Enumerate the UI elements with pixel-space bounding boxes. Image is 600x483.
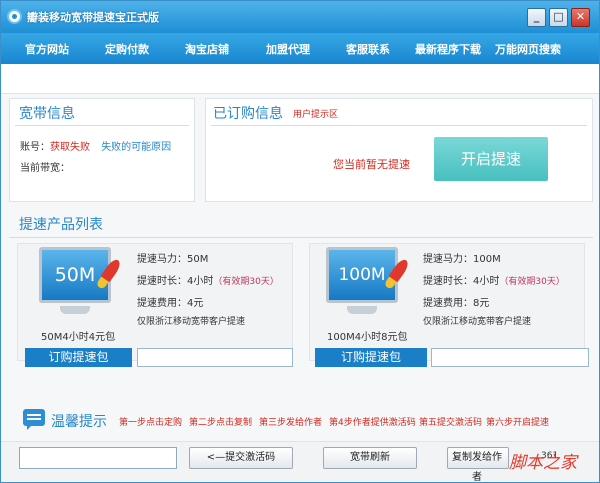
validity-text: （有效期30天） xyxy=(213,277,279,287)
products-heading: 提速产品列表 xyxy=(19,217,103,233)
divider xyxy=(211,125,587,126)
refresh-broadband-button[interactable]: 宽带刷新 xyxy=(323,447,417,469)
nav-latest-download[interactable]: 最新程序下载 xyxy=(415,41,481,57)
monitor-stand xyxy=(347,306,377,314)
tip-step-4: 第4步作者提供激活码 xyxy=(329,418,416,428)
maximize-button[interactable]: □ xyxy=(549,8,568,27)
minimize-button[interactable]: _ xyxy=(527,8,546,27)
account-status: 获取失败 xyxy=(50,142,90,153)
tip-step-5: 第五提交激活码 xyxy=(419,418,483,428)
start-speedup-button[interactable]: 开启提速 xyxy=(434,137,548,181)
monitor-stand xyxy=(60,306,90,314)
package-name: 100M4小时8元包 xyxy=(327,332,408,343)
package-input[interactable] xyxy=(431,348,589,367)
tip-step-3: 第三步发给作者 xyxy=(259,418,323,428)
blank-strip xyxy=(1,64,599,94)
fee-spec: 提速费用：8元 xyxy=(423,298,490,309)
region-note: 仅限浙江移动宽带客户提速 xyxy=(423,317,532,327)
chat-bubble-icon xyxy=(23,409,45,430)
current-bandwidth-label: 当前带宽： xyxy=(20,163,70,174)
duration-text: 提速时长：4小时 xyxy=(137,276,214,287)
buy-package-button[interactable]: 订购提速包 xyxy=(25,348,132,367)
tip-step-6: 第六步开启提速 xyxy=(486,418,550,428)
divider xyxy=(9,237,593,238)
account-row: 账号：获取失败 失败的可能原因 xyxy=(20,138,171,153)
fail-reason-link[interactable]: 失败的可能原因 xyxy=(101,142,171,153)
duration-text: 提速时长：4小时 xyxy=(423,276,500,287)
watermark-logo: 脚本之家 xyxy=(509,453,577,473)
package-name: 50M4小时4元包 xyxy=(41,332,116,343)
no-speedup-message: 您当前暂无提速 xyxy=(333,158,410,171)
buy-package-button[interactable]: 订购提速包 xyxy=(315,348,427,367)
nav-franchise[interactable]: 加盟代理 xyxy=(266,41,310,57)
ordered-heading: 已订购信息 xyxy=(213,106,283,122)
nav-taobao-shop[interactable]: 淘宝店铺 xyxy=(185,41,229,57)
activation-code-input[interactable] xyxy=(19,447,177,469)
validity-text: （有效期30天） xyxy=(499,277,565,287)
nav-order-payment[interactable]: 定购付款 xyxy=(105,41,149,57)
duration-spec: 提速时长：4小时（有效期30天） xyxy=(423,272,565,287)
nav-web-search[interactable]: 万能网页搜索 xyxy=(495,41,561,57)
power-spec: 提速马力：50M xyxy=(137,254,209,265)
tip-step-1: 第一步点击定购 xyxy=(119,418,183,428)
divider xyxy=(15,125,189,126)
tips-heading: 温馨提示 xyxy=(51,414,107,430)
account-label: 账号： xyxy=(20,142,50,153)
submit-activation-button[interactable]: <—提交激活码 xyxy=(189,447,293,469)
region-note: 仅限浙江移动宽带客户提速 xyxy=(137,317,246,327)
package-input[interactable] xyxy=(137,348,293,367)
window-title: 瓣装移动宽带提速宝正式版 xyxy=(27,11,159,24)
title-bar: 瓣装移动宽带提速宝正式版 _ □ ✕ xyxy=(1,1,599,33)
fee-spec: 提速费用：4元 xyxy=(137,298,204,309)
nav-customer-service[interactable]: 客服联系 xyxy=(346,41,390,57)
app-icon xyxy=(7,9,22,24)
power-spec: 提速马力：100M xyxy=(423,254,501,265)
tip-step-2: 第二步点击复制 xyxy=(189,418,253,428)
copy-to-author-button[interactable]: 复制发给作者 xyxy=(447,447,509,483)
app-window: 瓣装移动宽带提速宝正式版 _ □ ✕ 官方网站 定购付款 淘宝店铺 加盟代理 客… xyxy=(0,0,600,483)
broadband-heading: 宽带信息 xyxy=(19,106,75,122)
nav-official-site[interactable]: 官方网站 xyxy=(25,41,69,57)
close-button[interactable]: ✕ xyxy=(571,8,590,27)
duration-spec: 提速时长：4小时（有效期30天） xyxy=(137,272,279,287)
user-hint-label: 用户提示区 xyxy=(293,110,339,120)
main-nav: 官方网站 定购付款 淘宝店铺 加盟代理 客服联系 最新程序下载 万能网页搜索 xyxy=(1,33,599,64)
